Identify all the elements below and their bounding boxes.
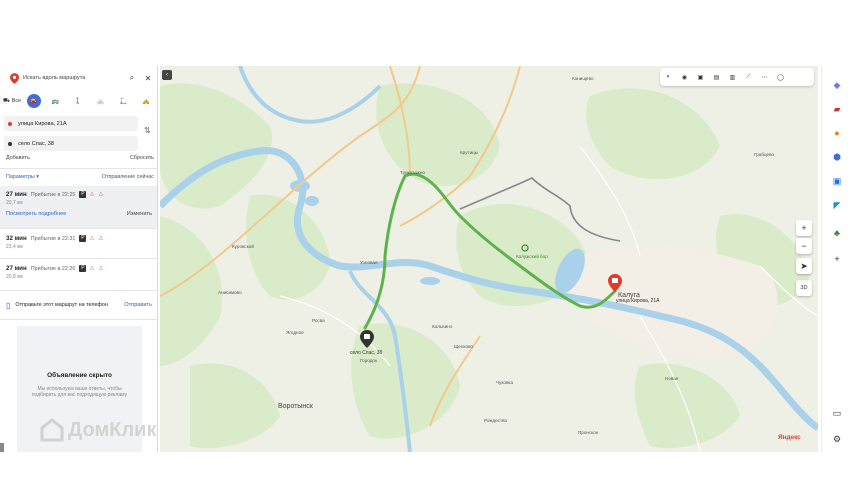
map-layer: [160, 66, 818, 452]
search-icon[interactable]: ⌕: [126, 72, 138, 84]
toll-road-icon: Р: [79, 191, 87, 198]
send-button[interactable]: Отправить: [124, 302, 152, 308]
walk-mode-icon[interactable]: 🚶: [70, 94, 86, 108]
forest-label: Калужский бор: [516, 254, 548, 259]
gear-app-icon[interactable]: ⬢: [830, 150, 844, 164]
toll-road-icon: Р: [79, 265, 87, 272]
telegram-icon[interactable]: ◤: [830, 198, 844, 212]
location-pin-icon: [10, 72, 19, 84]
warning-icon: △: [89, 191, 94, 197]
sidebar-icon[interactable]: ▭: [830, 406, 844, 420]
place-label: Рождество: [484, 418, 508, 423]
waypoint-to[interactable]: село Спас, 38: [4, 136, 138, 151]
tree-icon[interactable]: ♣: [830, 226, 844, 240]
mode-all[interactable]: ⛟ Все: [2, 94, 21, 108]
bike-mode-icon[interactable]: 🚲: [93, 94, 109, 108]
town-label: Воротынск: [278, 403, 313, 410]
my-location-icon[interactable]: ➤: [796, 258, 812, 274]
route-details-link[interactable]: Посмотреть подробнее: [6, 211, 66, 217]
taxi-mode-icon[interactable]: 🚕: [138, 94, 154, 108]
route-panel: Искать вдоль маршрута ⌕ ✕ ⛟ Все 🚘 🚌 🚶 🚲 🛴…: [0, 66, 158, 452]
road-works-icon: △: [98, 265, 103, 271]
warning-icon: △: [89, 235, 94, 241]
avatar-icon[interactable]: ◯: [776, 74, 785, 81]
user-icon[interactable]: ●: [830, 126, 844, 140]
road-works-icon: △: [98, 235, 103, 241]
place-label: Новая: [665, 376, 679, 381]
zoom-in-button[interactable]: +: [796, 220, 812, 236]
place-label: Ягодное: [286, 330, 304, 335]
scooter-mode-icon[interactable]: 🛴: [115, 94, 131, 108]
app-window: Искать вдоль маршрута ⌕ ✕ ⛟ Все 🚘 🚌 🚶 🚲 🛴…: [0, 0, 853, 480]
swap-icon[interactable]: ⇅: [144, 126, 151, 135]
zoom-out-button[interactable]: −: [796, 238, 812, 254]
toll-road-icon: Р: [79, 235, 87, 242]
place-label: Кальвино: [432, 324, 453, 329]
more-icon[interactable]: ⋯: [760, 74, 769, 81]
start-dot-icon: [8, 121, 12, 126]
settings-icon[interactable]: ⚙: [830, 432, 844, 446]
phone-icon: ▯: [6, 300, 11, 310]
divider: [0, 319, 157, 320]
map-canvas[interactable]: ‹ Калуга улица Кирова, 21А село Спас, 38…: [160, 66, 818, 452]
search-input[interactable]: Искать вдоль маршрута: [23, 75, 122, 81]
origin-label: село Спас, 38: [350, 350, 383, 356]
route-edit-button[interactable]: Изменить: [127, 211, 152, 217]
place-label: Трикотажно: [400, 170, 425, 175]
end-dot-icon: [8, 141, 12, 146]
close-icon[interactable]: ✕: [142, 72, 154, 84]
traffic-icon[interactable]: ◉: [680, 74, 689, 81]
bus-mode-icon[interactable]: 🚌: [47, 94, 63, 108]
place-label: Росва: [312, 318, 325, 323]
place-label: Куровской: [232, 244, 254, 249]
params-dropdown[interactable]: Параметры ▾: [6, 174, 39, 180]
ruler-icon[interactable]: ⟋: [744, 74, 753, 81]
route-option-1[interactable]: 27 мин Прибытие в 22:25 Р △ △ 20,7 км Посм…: [0, 186, 157, 228]
destination-marker-icon[interactable]: [608, 274, 622, 292]
briefcase-icon[interactable]: ▰: [830, 102, 844, 116]
layers-icon[interactable]: ◐: [664, 74, 673, 80]
place-label: Канищево: [572, 76, 594, 81]
3d-mode-button[interactable]: 3D: [796, 280, 812, 296]
add-icon[interactable]: +: [830, 252, 844, 266]
destination-label: улица Кирова, 21А: [616, 298, 660, 304]
divider: [0, 228, 157, 229]
send-to-phone: ▯ Отправьте этот маршрут на телефон Отпр…: [6, 300, 152, 310]
waypoint-from[interactable]: улица Кирова, 21А: [4, 116, 138, 131]
services-rail: ◆ ▰ ● ⬢ ▣ ◤ ♣ + ▭ ⚙: [821, 66, 851, 452]
place-label: Анисимово: [218, 290, 242, 295]
yandex-logo: Яндекс: [778, 434, 801, 441]
place-label: Чуковка: [496, 380, 514, 385]
place-label: Крутицы: [460, 150, 479, 155]
scrollbar[interactable]: [0, 443, 4, 452]
transport-icon[interactable]: ▤: [712, 74, 721, 81]
outlook-icon[interactable]: ▣: [830, 174, 844, 188]
car-mode-icon[interactable]: 🚘: [26, 94, 41, 108]
place-label: Щелково: [454, 344, 473, 349]
tag-icon[interactable]: ◆: [830, 78, 844, 92]
map-toolbar: ◐ ◉ ▣ ▤ ▥ ⟋ ⋯ ◯: [660, 68, 814, 86]
road-works-icon: △: [98, 191, 103, 197]
transport-modes: ⛟ Все 🚘 🚌 🚶 🚲 🛴 🚕: [2, 94, 154, 108]
collapse-panel-icon[interactable]: ‹: [162, 70, 172, 80]
domclick-logo-icon: [40, 418, 64, 442]
warning-icon: △: [89, 265, 94, 271]
reset-button[interactable]: Сбросить: [130, 155, 154, 161]
place-label: Пронское: [578, 430, 599, 435]
place-label: Грабцево: [754, 152, 775, 157]
domclick-watermark: ДомКлик: [40, 418, 156, 442]
panorama-icon[interactable]: ▣: [696, 74, 705, 81]
divider: [0, 258, 157, 259]
divider: [0, 290, 157, 291]
bus-icon[interactable]: ▥: [728, 74, 737, 81]
add-point-button[interactable]: Добавить: [6, 155, 30, 161]
multimodal-icon: ⛟: [2, 97, 10, 104]
search-bar[interactable]: Искать вдоль маршрута ⌕ ✕: [4, 70, 154, 86]
place-label: Узловая: [360, 260, 378, 265]
origin-marker-icon[interactable]: [360, 330, 374, 348]
place-label: Городок: [360, 358, 377, 363]
divider: [0, 168, 157, 169]
departure-time[interactable]: Отправление сейчас: [102, 174, 154, 180]
